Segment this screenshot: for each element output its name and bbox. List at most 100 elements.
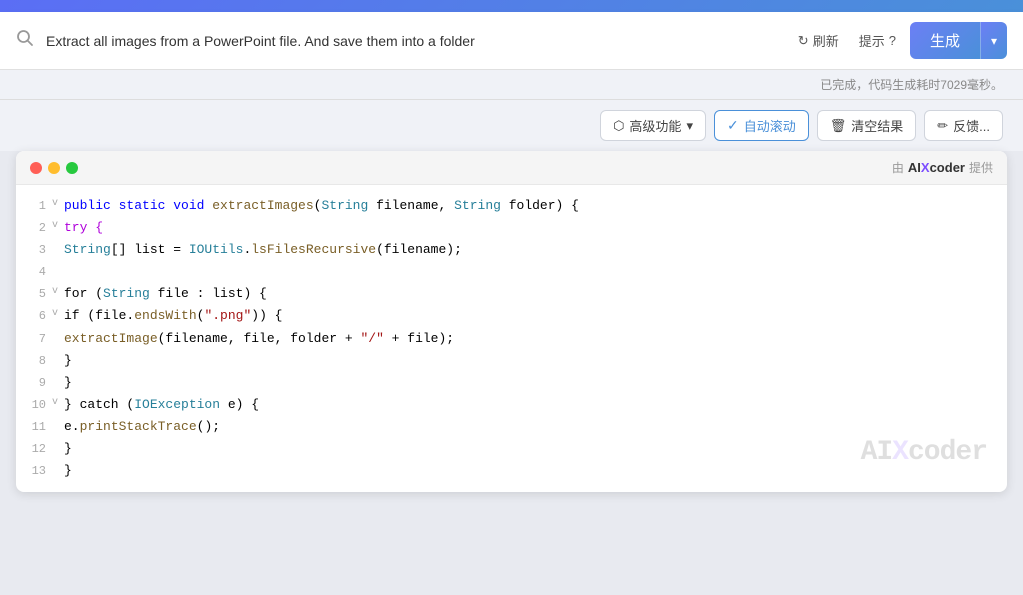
code-token: public static void bbox=[64, 198, 212, 213]
code-token: (); bbox=[197, 419, 220, 434]
line-number: 8 bbox=[16, 350, 46, 371]
line-number: 13 bbox=[16, 460, 46, 481]
hint-label: 提示 bbox=[859, 31, 885, 50]
code-token: } bbox=[64, 463, 72, 478]
code-token: } catch ( bbox=[64, 397, 134, 412]
line-number: 5 bbox=[16, 283, 46, 304]
code-line-content: try { bbox=[64, 217, 991, 239]
table-row: 4 bbox=[16, 261, 1007, 283]
search-input[interactable] bbox=[46, 33, 780, 49]
code-token: endsWith bbox=[134, 308, 196, 323]
aixcoder-logo-small: AIXcoder bbox=[908, 160, 965, 175]
credit-suffix: 提供 bbox=[969, 159, 993, 176]
status-bar: 已完成，代码生成耗时7029毫秒。 bbox=[0, 70, 1023, 100]
table-row: 3 String[] list = IOUtils.lsFilesRecursi… bbox=[16, 239, 1007, 261]
code-line-content: } bbox=[64, 350, 991, 372]
question-icon: ? bbox=[889, 33, 896, 48]
status-message: 已完成，代码生成耗时7029毫秒。 bbox=[820, 78, 1003, 92]
generate-button-wrap: 生成 ▾ bbox=[910, 22, 1007, 59]
code-line-content: } bbox=[64, 372, 991, 394]
table-row: 9 } bbox=[16, 372, 1007, 394]
line-number: 11 bbox=[16, 416, 46, 437]
line-number: 3 bbox=[16, 239, 46, 260]
dropdown-arrow-icon: ▾ bbox=[686, 118, 693, 134]
line-number: 12 bbox=[16, 438, 46, 459]
code-token: e) { bbox=[220, 397, 259, 412]
code-token: } bbox=[64, 353, 72, 368]
code-token: ".png" bbox=[204, 308, 251, 323]
code-token: extractImages bbox=[212, 198, 313, 213]
fold-arrow[interactable]: v bbox=[52, 195, 64, 212]
table-row: 8 } bbox=[16, 350, 1007, 372]
code-token: printStackTrace bbox=[80, 419, 197, 434]
code-token: for ( bbox=[64, 286, 103, 301]
code-token: file : list) { bbox=[150, 286, 267, 301]
advanced-features-button[interactable]: ⬡ 高级功能 ▾ bbox=[600, 110, 706, 141]
chevron-down-icon: ▾ bbox=[991, 34, 997, 48]
code-token: if (file. bbox=[64, 308, 134, 323]
top-gradient-bar bbox=[0, 0, 1023, 12]
refresh-button[interactable]: ↻ 刷新 bbox=[792, 27, 845, 54]
trash-icon: 🗑 bbox=[830, 118, 847, 134]
code-token: (filename, file, folder + bbox=[158, 331, 361, 346]
fold-arrow[interactable]: v bbox=[52, 283, 64, 300]
line-number: 4 bbox=[16, 261, 46, 282]
hint-button[interactable]: 提示 ? bbox=[853, 27, 902, 54]
table-row: 1vpublic static void extractImages(Strin… bbox=[16, 195, 1007, 217]
fold-arrow[interactable]: v bbox=[52, 217, 64, 234]
table-row: 12 } bbox=[16, 438, 1007, 460]
advanced-features-label: 高级功能 bbox=[629, 116, 681, 135]
traffic-lights bbox=[30, 162, 78, 174]
search-area: ↻ 刷新 提示 ? 生成 ▾ bbox=[0, 12, 1023, 70]
code-token: IOException bbox=[134, 397, 220, 412]
code-token: )) { bbox=[251, 308, 282, 323]
code-line-content: } bbox=[64, 460, 991, 482]
edit-icon: ✏ bbox=[937, 118, 948, 134]
code-line-content: if (file.endsWith(".png")) { bbox=[64, 305, 991, 327]
fold-arrow[interactable]: v bbox=[52, 394, 64, 411]
code-token: String bbox=[64, 242, 111, 257]
search-actions: ↻ 刷新 提示 ? 生成 ▾ bbox=[792, 22, 1007, 59]
code-token: + file); bbox=[384, 331, 454, 346]
code-token: String bbox=[454, 198, 501, 213]
fold-arrow[interactable]: v bbox=[52, 305, 64, 322]
code-line-content bbox=[64, 261, 991, 283]
code-token: e. bbox=[64, 419, 80, 434]
line-number: 6 bbox=[16, 305, 46, 326]
code-line-content: public static void extractImages(String … bbox=[64, 195, 991, 217]
line-number: 10 bbox=[16, 394, 46, 415]
auto-scroll-button[interactable]: ✓ 自动滚动 bbox=[714, 110, 809, 141]
code-line-content: String[] list = IOUtils.lsFilesRecursive… bbox=[64, 239, 991, 261]
code-token: lsFilesRecursive bbox=[251, 242, 376, 257]
traffic-light-green bbox=[66, 162, 78, 174]
refresh-label: 刷新 bbox=[813, 31, 839, 50]
table-row: 7 extractImage(filename, file, folder + … bbox=[16, 328, 1007, 350]
code-token: String bbox=[321, 198, 368, 213]
feedback-button[interactable]: ✏ 反馈... bbox=[924, 110, 1003, 141]
code-window: 由 AIXcoder 提供 1vpublic static void extra… bbox=[16, 151, 1007, 492]
table-row: 6v if (file.endsWith(".png")) { bbox=[16, 305, 1007, 327]
code-token: (filename); bbox=[376, 242, 462, 257]
code-window-titlebar: 由 AIXcoder 提供 bbox=[16, 151, 1007, 185]
code-token: String bbox=[103, 286, 150, 301]
code-line-content: e.printStackTrace(); bbox=[64, 416, 991, 438]
code-line-content: for (String file : list) { bbox=[64, 283, 991, 305]
code-token: try { bbox=[64, 220, 103, 235]
code-token: } bbox=[64, 375, 72, 390]
table-row: 11 e.printStackTrace(); bbox=[16, 416, 1007, 438]
code-token: [] list = bbox=[111, 242, 189, 257]
code-line-content: } bbox=[64, 438, 991, 460]
generate-button[interactable]: 生成 bbox=[910, 22, 980, 59]
generate-dropdown-button[interactable]: ▾ bbox=[980, 22, 1007, 59]
traffic-light-red bbox=[30, 162, 42, 174]
table-row: 10 v } catch (IOException e) { bbox=[16, 394, 1007, 416]
code-token: extractImage bbox=[64, 331, 158, 346]
table-row: 13 } bbox=[16, 460, 1007, 482]
refresh-icon: ↻ bbox=[798, 33, 809, 49]
clear-results-button[interactable]: 🗑 清空结果 bbox=[817, 110, 917, 141]
auto-scroll-label: 自动滚动 bbox=[744, 116, 796, 135]
aixcoder-credit: 由 AIXcoder 提供 bbox=[892, 159, 993, 176]
line-number: 7 bbox=[16, 328, 46, 349]
credit-prefix: 由 bbox=[892, 159, 904, 176]
check-icon: ✓ bbox=[727, 117, 739, 134]
